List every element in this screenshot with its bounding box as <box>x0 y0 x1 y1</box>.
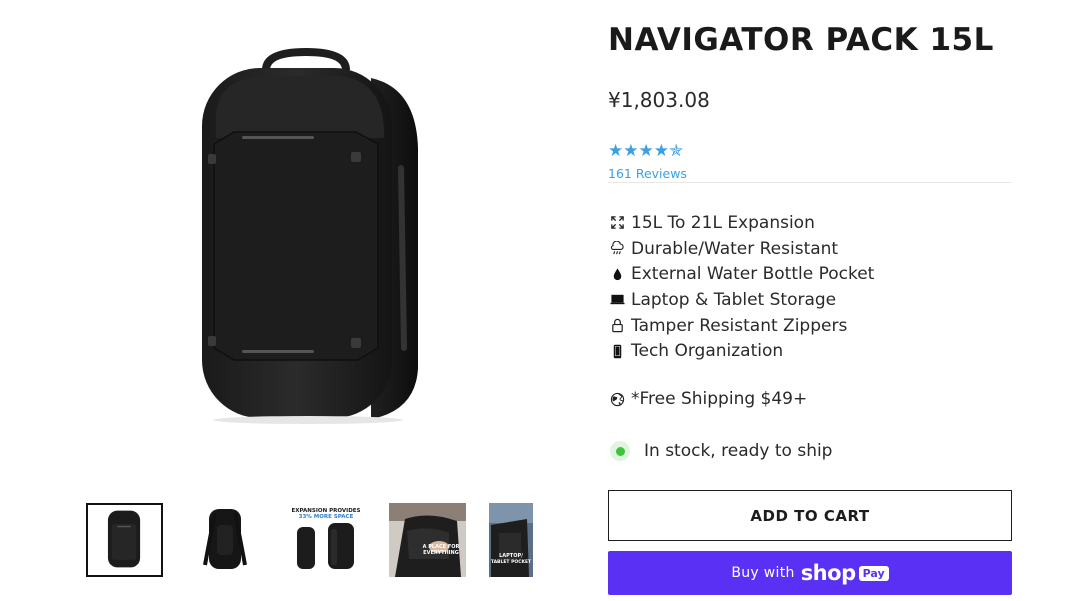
star-icon: ★★★★ <box>608 141 669 161</box>
feature-item: External Water Bottle Pocket <box>608 261 874 287</box>
shop-pay-button[interactable]: Buy with shop Pay <box>608 551 1012 595</box>
rating-stars[interactable]: ★★★★✯ <box>608 141 683 161</box>
feature-label: Laptop & Tablet Storage <box>631 289 837 310</box>
in-stock-indicator-icon <box>610 441 630 461</box>
divider <box>608 182 1012 183</box>
stock-label: In stock, ready to ship <box>644 441 833 461</box>
shipping-info: *Free Shipping $49+ <box>608 389 807 409</box>
thumbnail-front[interactable] <box>86 503 163 577</box>
stock-status: In stock, ready to ship <box>610 441 832 461</box>
feature-label: 15L To 21L Expansion <box>631 212 815 233</box>
shipping-label: *Free Shipping $49+ <box>631 389 808 409</box>
thumbnail-laptop-caption-2: TABLET POCKET <box>491 559 532 565</box>
thumbnail-expansion-caption-2: 33% MORE SPACE <box>299 514 354 520</box>
expand-icon <box>608 214 626 232</box>
phone-icon <box>608 342 626 360</box>
water-drop-icon <box>608 265 626 283</box>
feature-item: Durable/Water Resistant <box>608 236 874 262</box>
product-title: NAVIGATOR PACK 15L <box>608 22 994 58</box>
laptop-icon <box>608 291 626 309</box>
globe-icon <box>608 390 626 408</box>
thumbnail-back[interactable] <box>187 503 264 577</box>
feature-label: Durable/Water Resistant <box>631 238 839 259</box>
shop-logo-text: shop <box>800 561 856 585</box>
thumbnail-bottle-pocket[interactable]: A PLACE FOR EVERYTHING <box>389 503 466 577</box>
feature-list: 15L To 21L Expansion Durable/Water Resis… <box>608 210 874 364</box>
lock-icon <box>608 317 626 335</box>
thumbnail-laptop-caption-1: LAPTOP/ <box>499 553 523 559</box>
feature-item: 15L To 21L Expansion <box>608 210 874 236</box>
main-product-image[interactable] <box>196 47 426 424</box>
thumbnail-strip: EXPANSION PROVIDES 33% MORE SPACE A PLAC… <box>86 503 538 577</box>
reviews-link[interactable]: 161 Reviews <box>608 166 687 181</box>
thumbnail-bottle-caption-2: EVERYTHING <box>423 550 459 556</box>
feature-label: Tech Organization <box>631 341 784 362</box>
rain-cloud-icon <box>608 240 626 258</box>
feature-item: Laptop & Tablet Storage <box>608 287 874 313</box>
feature-item: Tamper Resistant Zippers <box>608 313 874 339</box>
add-to-cart-button[interactable]: ADD TO CART <box>608 490 1012 541</box>
thumbnail-expansion[interactable]: EXPANSION PROVIDES 33% MORE SPACE <box>288 503 365 577</box>
feature-label: External Water Bottle Pocket <box>631 264 875 285</box>
half-star-icon: ✯ <box>668 141 684 161</box>
thumbnail-laptop[interactable]: LAPTOP/ TABLET POCKET <box>489 503 533 577</box>
feature-item: Tech Organization <box>608 338 874 364</box>
pay-logo-badge: Pay <box>858 565 889 581</box>
product-price: ¥1,803.08 <box>608 88 710 112</box>
feature-label: Tamper Resistant Zippers <box>631 315 848 336</box>
buy-with-label: Buy with <box>731 565 795 581</box>
